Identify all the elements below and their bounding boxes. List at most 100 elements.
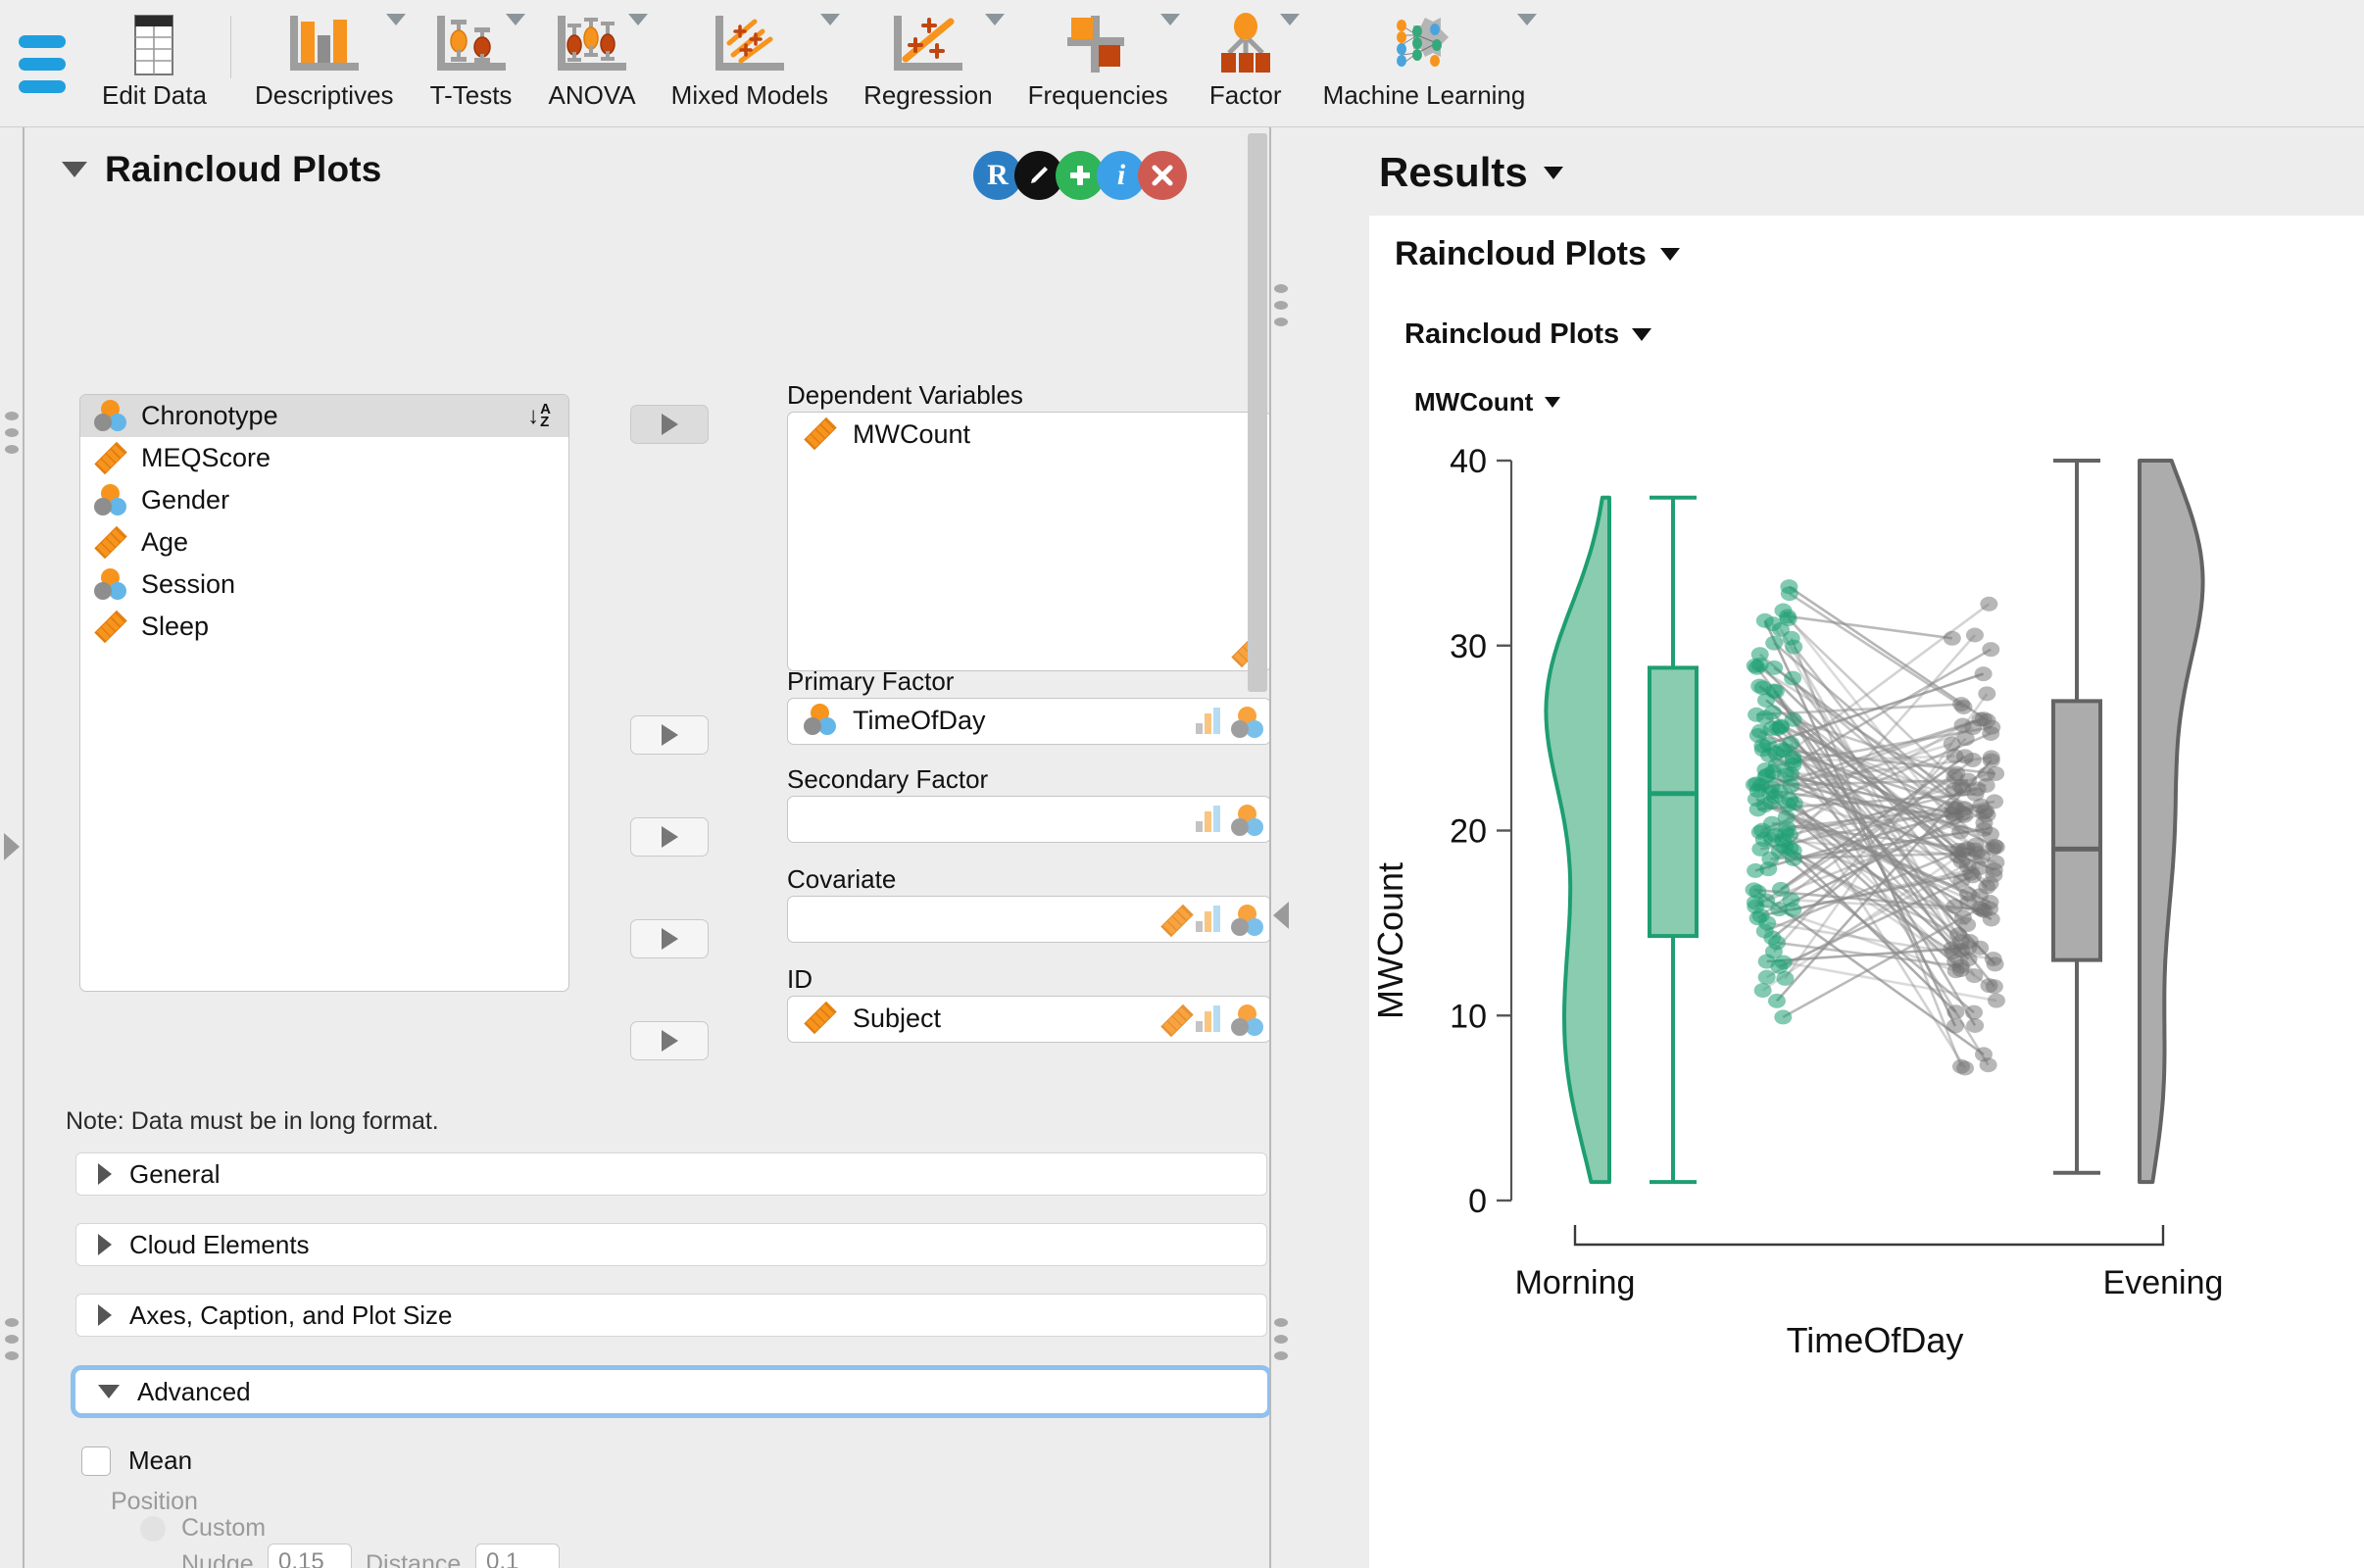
chevron-down-icon[interactable] <box>1543 166 1563 179</box>
covariate-label: Covariate <box>787 864 897 894</box>
splitter-grip-icon[interactable] <box>5 412 19 454</box>
ribbon-label: T-Tests <box>429 80 513 110</box>
allowed-types-hint <box>1196 707 1263 738</box>
regression-icon <box>886 10 970 80</box>
chevron-down-icon[interactable] <box>1159 14 1180 25</box>
chevron-down-icon[interactable] <box>1659 248 1680 261</box>
custom-radio[interactable] <box>140 1515 166 1542</box>
play-arrow-icon <box>661 826 678 848</box>
chevron-down-icon[interactable] <box>627 14 648 25</box>
ribbon-item-t-tests[interactable]: T-Tests <box>412 0 531 127</box>
allowed-types-hint <box>1196 805 1263 836</box>
secondary-factor-label: Secondary Factor <box>787 764 989 794</box>
distance-input[interactable]: 0.1 <box>475 1544 560 1568</box>
main-area: Raincloud Plots R i Chronotype ↓ AZ MEQS… <box>0 127 2364 1568</box>
assign-dependent-variables-button[interactable] <box>630 405 709 444</box>
x-tick-label-evening: Evening <box>2103 1264 2224 1301</box>
section-general[interactable]: General <box>75 1152 1267 1196</box>
variable-list-item[interactable]: MEQScore <box>80 437 568 479</box>
ribbon-item-machine-learning[interactable]: Machine Learning <box>1305 0 1544 127</box>
section-advanced[interactable]: Advanced <box>71 1365 1269 1418</box>
close-button[interactable] <box>1138 151 1187 200</box>
results-document: Raincloud Plots Raincloud Plots MWCount … <box>1369 216 2364 1568</box>
assign-covariate-button[interactable] <box>630 919 709 958</box>
secondary-factor-box[interactable] <box>787 796 1269 843</box>
chevron-right-icon <box>98 1234 112 1255</box>
ribbon-item-anova[interactable]: ANOVA <box>531 0 654 127</box>
mean-checkbox[interactable] <box>81 1446 111 1476</box>
dependent-variables-box[interactable]: MWCount <box>787 412 1269 671</box>
assign-id-button[interactable] <box>630 1021 709 1060</box>
primary-factor-box[interactable]: TimeOfDay <box>787 698 1269 745</box>
chevron-down-icon[interactable] <box>820 14 841 25</box>
collapse-left-arrow-icon[interactable] <box>1273 902 1289 929</box>
play-arrow-icon <box>661 414 678 435</box>
chevron-down-icon[interactable] <box>1545 397 1561 408</box>
mean-checkbox-row[interactable]: Mean <box>81 1446 192 1476</box>
play-arrow-icon <box>661 724 678 746</box>
splitter-grip-icon[interactable] <box>5 1318 19 1360</box>
chevron-down-icon[interactable] <box>1279 14 1300 25</box>
ribbon-label: Frequencies <box>1027 80 1168 110</box>
hamburger-icon-bar <box>19 57 66 71</box>
analysis-options-panel: Raincloud Plots R i Chronotype ↓ AZ MEQS… <box>25 127 1269 1568</box>
play-arrow-icon <box>661 1030 678 1052</box>
hamburger-icon-bar <box>19 79 66 93</box>
results-heading-raincloud-plots[interactable]: Raincloud Plots <box>1395 235 1680 273</box>
results-subheading-raincloud-plots[interactable]: Raincloud Plots <box>1404 318 1652 351</box>
nominal-type-hint-icon <box>1231 905 1263 936</box>
ribbon-item-factor[interactable]: Factor <box>1186 0 1305 127</box>
assign-secondary-factor-button[interactable] <box>630 817 709 857</box>
chevron-down-icon[interactable] <box>505 14 525 25</box>
nudge-input[interactable]: 0.15 <box>268 1544 352 1568</box>
chevron-down-icon[interactable] <box>385 14 406 25</box>
id-box[interactable]: Subject <box>787 996 1269 1043</box>
variable-list-item[interactable]: Gender <box>80 479 568 521</box>
custom-radio-row[interactable]: Custom <box>140 1514 266 1543</box>
variable-list-item[interactable]: Sleep <box>80 606 568 648</box>
chevron-down-icon[interactable] <box>1632 328 1652 341</box>
chevron-down-icon[interactable] <box>1517 14 1538 25</box>
options-scrollbar[interactable] <box>1248 133 1267 692</box>
panel-title[interactable]: Raincloud Plots <box>62 149 382 190</box>
ribbon-toolbar: Edit Data Descriptives T-Tests ANOVA Mix… <box>0 0 2364 127</box>
splitter-grip-icon[interactable] <box>1274 1318 1288 1360</box>
right-splitter[interactable] <box>1269 127 1293 1568</box>
raincloud-plot[interactable]: MWCount 0 10 20 30 40 Morning Evening TimeOf… <box>1369 421 2364 1568</box>
covariate-box[interactable] <box>787 896 1269 943</box>
allowed-types-hint <box>1160 904 1263 938</box>
dependent-variables-label: Dependent Variables <box>787 380 1023 410</box>
variable-list-item[interactable]: Age <box>80 521 568 564</box>
splitter-grip-icon[interactable] <box>1274 284 1288 326</box>
variable-list[interactable]: Chronotype ↓ AZ MEQScore Gender Age Sess… <box>79 394 569 992</box>
section-cloud-elements[interactable]: Cloud Elements <box>75 1223 1267 1266</box>
field-item[interactable]: MWCount <box>788 413 1269 456</box>
nominal-type-hint-icon <box>1231 805 1263 836</box>
ribbon-label: ANOVA <box>548 80 636 110</box>
primary-factor-label: Primary Factor <box>787 666 955 696</box>
chevron-down-icon[interactable] <box>62 162 87 177</box>
left-splitter[interactable] <box>0 127 24 1568</box>
ribbon-item-mixed-models[interactable]: Mixed Models <box>654 0 846 127</box>
results-subheading-mwcount[interactable]: MWCount <box>1414 387 1561 417</box>
hamburger-menu-button[interactable] <box>0 0 84 127</box>
ribbon-item-regression[interactable]: Regression <box>846 0 1010 127</box>
svg-text:0: 0 <box>1468 1183 1487 1220</box>
section-axes-caption-plot-size[interactable]: Axes, Caption, and Plot Size <box>75 1294 1267 1337</box>
assign-primary-factor-button[interactable] <box>630 715 709 755</box>
spreadsheet-icon <box>112 10 196 80</box>
ordinal-type-hint-icon <box>1196 805 1225 834</box>
results-panel: Results Raincloud Plots Raincloud Plots … <box>1293 127 2364 1568</box>
sort-az-button[interactable]: ↓ AZ <box>519 399 559 434</box>
ribbon-item-frequencies[interactable]: Frequencies <box>1010 0 1186 127</box>
y-axis-label: MWCount <box>1370 862 1410 1019</box>
variable-list-item[interactable]: Session <box>80 564 568 606</box>
variable-list-item[interactable]: Chronotype ↓ AZ <box>80 395 568 437</box>
chevron-down-icon[interactable] <box>984 14 1005 25</box>
chevron-right-icon <box>98 1163 112 1185</box>
ribbon-item-edit-data[interactable]: Edit Data <box>84 0 224 127</box>
results-title[interactable]: Results <box>1379 149 1563 196</box>
expand-right-arrow-icon[interactable] <box>4 833 20 860</box>
svg-text:40: 40 <box>1450 443 1487 480</box>
ribbon-item-descriptives[interactable]: Descriptives <box>237 0 412 127</box>
